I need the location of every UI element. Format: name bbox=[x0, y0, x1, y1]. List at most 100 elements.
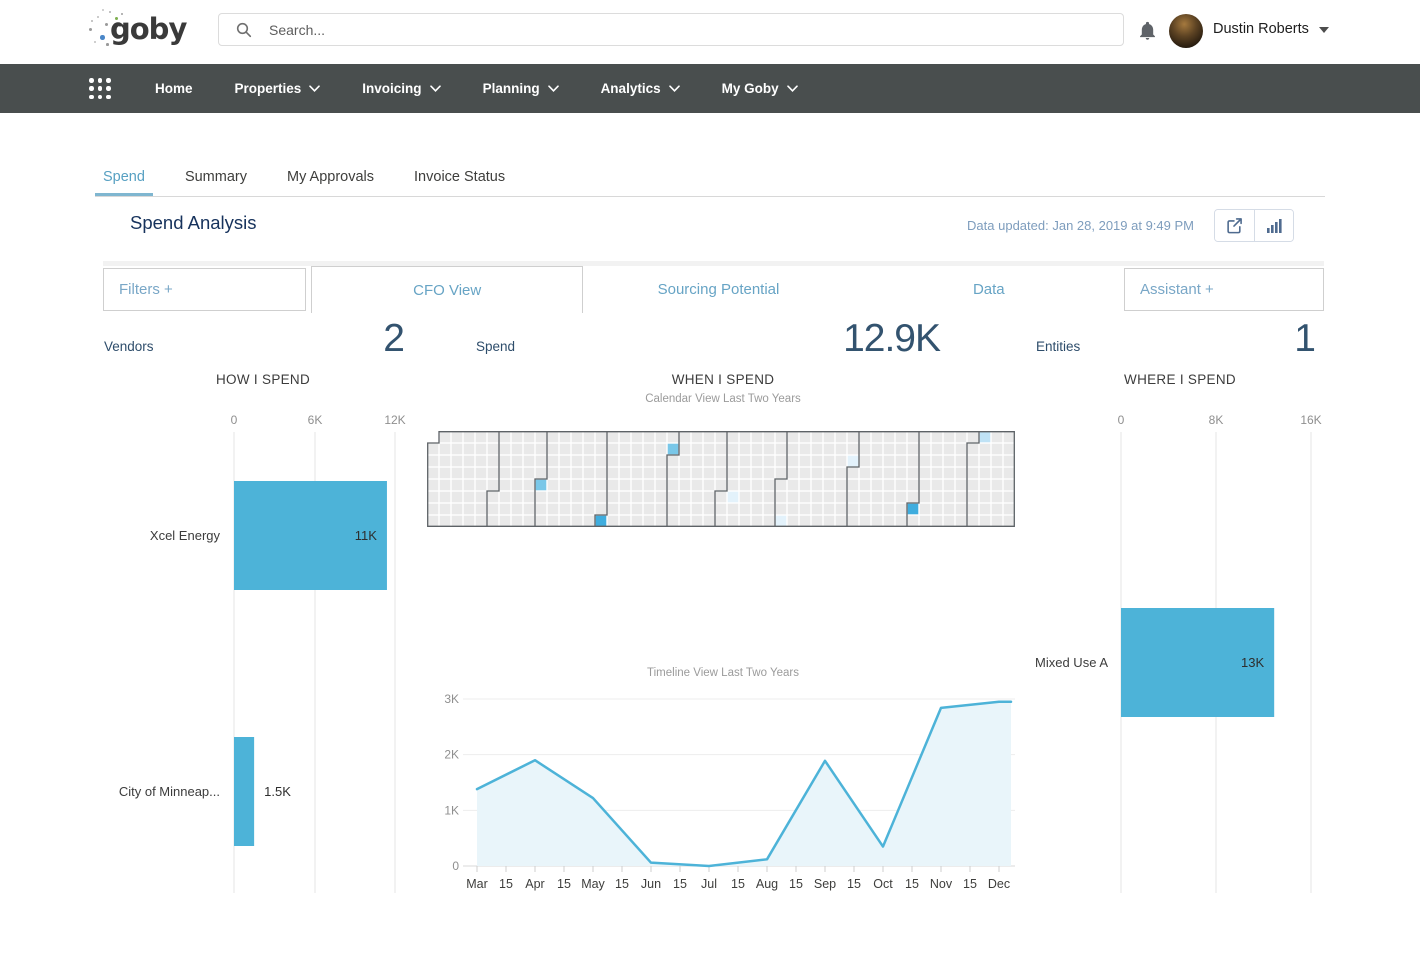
calendar-day-highlight[interactable] bbox=[728, 492, 739, 503]
calendar-day-highlight[interactable] bbox=[668, 444, 679, 455]
how-i-spend-bar-chart[interactable]: 06K12KXcel Energy11KCity of Minneap...1.… bbox=[103, 410, 423, 900]
view-tab-sourcing-potential[interactable]: Sourcing Potential bbox=[583, 266, 853, 313]
calendar-day-cell bbox=[524, 504, 535, 515]
calendar-day-cell bbox=[992, 480, 1003, 491]
user-name[interactable]: Dustin Roberts bbox=[1213, 21, 1309, 37]
calendar-day-cell bbox=[620, 516, 631, 527]
calendar-day-cell bbox=[968, 432, 979, 443]
calendar-day-cell bbox=[464, 468, 475, 479]
tab-my-approvals[interactable]: My Approvals bbox=[279, 160, 382, 196]
y-axis-label: 3K bbox=[444, 692, 459, 706]
calendar-day-cell bbox=[752, 492, 763, 503]
tab-invoice-status[interactable]: Invoice Status bbox=[406, 160, 513, 196]
global-search[interactable] bbox=[218, 13, 1124, 46]
calendar-day-cell bbox=[524, 492, 535, 503]
view-tab-cfo-view[interactable]: CFO View bbox=[311, 266, 583, 313]
calendar-day-cell bbox=[920, 456, 931, 467]
view-tab-data[interactable]: Data bbox=[854, 266, 1124, 313]
calendar-day-cell bbox=[740, 456, 751, 467]
calendar-heatmap[interactable] bbox=[427, 431, 1015, 529]
calendar-day-cell bbox=[704, 516, 715, 527]
user-menu-chevron-down-icon[interactable] bbox=[1319, 27, 1329, 38]
filters-button[interactable]: Filters + bbox=[103, 268, 306, 311]
calendar-day-cell bbox=[812, 492, 823, 503]
calendar-day-cell bbox=[644, 492, 655, 503]
assistant-button[interactable]: Assistant + bbox=[1124, 268, 1324, 311]
calendar-day-cell bbox=[488, 456, 499, 467]
nav-item-home[interactable]: Home bbox=[134, 64, 214, 113]
calendar-day-cell bbox=[920, 432, 931, 443]
calendar-day-cell bbox=[596, 480, 607, 491]
bar-value-label: 1.5K bbox=[264, 784, 291, 799]
calendar-day-cell bbox=[872, 492, 883, 503]
nav-item-analytics[interactable]: Analytics bbox=[580, 64, 701, 113]
calendar-day-highlight[interactable] bbox=[908, 504, 919, 515]
calendar-day-cell bbox=[644, 504, 655, 515]
nav-item-planning[interactable]: Planning bbox=[462, 64, 580, 113]
calendar-day-cell bbox=[596, 444, 607, 455]
calendar-day-cell bbox=[536, 504, 547, 515]
calendar-day-cell bbox=[944, 444, 955, 455]
calendar-day-cell bbox=[1004, 480, 1015, 491]
notifications-bell-icon[interactable] bbox=[1137, 19, 1158, 47]
calendar-day-cell bbox=[668, 504, 679, 515]
calendar-day-cell bbox=[956, 468, 967, 479]
calendar-day-cell bbox=[704, 432, 715, 443]
calendar-day-cell bbox=[896, 432, 907, 443]
calendar-day-cell bbox=[524, 456, 535, 467]
nav-item-invoicing[interactable]: Invoicing bbox=[341, 64, 461, 113]
stat-vendors: Vendors2 bbox=[104, 317, 404, 361]
calendar-day-cell bbox=[980, 516, 991, 527]
calendar-day-cell bbox=[476, 480, 487, 491]
goby-logo[interactable]: goby bbox=[88, 8, 208, 56]
calendar-day-cell bbox=[440, 504, 451, 515]
calendar-day-cell bbox=[596, 468, 607, 479]
calendar-day-cell bbox=[524, 432, 535, 443]
calendar-day-highlight[interactable] bbox=[536, 480, 547, 491]
calendar-day-cell bbox=[800, 456, 811, 467]
tab-spend[interactable]: Spend bbox=[95, 160, 153, 196]
calendar-day-highlight[interactable] bbox=[980, 432, 991, 443]
calendar-day-highlight[interactable] bbox=[776, 516, 787, 527]
view-switcher: CFO ViewSourcing PotentialData bbox=[311, 266, 1124, 313]
calendar-day-cell bbox=[548, 492, 559, 503]
calendar-day-cell bbox=[512, 480, 523, 491]
calendar-day-cell bbox=[452, 456, 463, 467]
calendar-day-cell bbox=[500, 456, 511, 467]
chart-view-button[interactable] bbox=[1254, 210, 1293, 241]
calendar-day-highlight[interactable] bbox=[596, 516, 607, 527]
calendar-day-cell bbox=[548, 444, 559, 455]
nav-item-properties[interactable]: Properties bbox=[214, 64, 342, 113]
calendar-day-highlight[interactable] bbox=[848, 456, 859, 467]
calendar-day-cell bbox=[620, 468, 631, 479]
calendar-day-cell bbox=[464, 492, 475, 503]
calendar-day-cell bbox=[980, 492, 991, 503]
bar-city-of-minneap[interactable] bbox=[234, 737, 254, 846]
tab-summary[interactable]: Summary bbox=[177, 160, 255, 196]
calendar-day-cell bbox=[932, 468, 943, 479]
calendar-day-cell bbox=[920, 480, 931, 491]
axis-tick-label: 6K bbox=[308, 413, 323, 427]
app-launcher-icon[interactable] bbox=[89, 78, 112, 100]
axis-tick-label: 0 bbox=[1118, 413, 1125, 427]
timeline-area-chart[interactable]: 01K2K3KMar15Apr15May15Jun15Jul15Aug15Sep… bbox=[427, 688, 1019, 898]
calendar-day-cell bbox=[584, 444, 595, 455]
chevron-down-icon bbox=[548, 85, 559, 92]
calendar-day-cell bbox=[632, 432, 643, 443]
calendar-day-cell bbox=[560, 504, 571, 515]
calendar-day-cell bbox=[560, 480, 571, 491]
user-avatar[interactable] bbox=[1169, 14, 1203, 48]
calendar-day-cell bbox=[980, 504, 991, 515]
search-input[interactable] bbox=[267, 21, 1123, 39]
where-i-spend-bar-chart[interactable]: 08K16KMixed Use A13K bbox=[1035, 410, 1325, 900]
bar-category-label: Mixed Use A bbox=[1035, 655, 1108, 670]
share-button[interactable] bbox=[1215, 210, 1254, 241]
calendar-day-cell bbox=[620, 492, 631, 503]
x-axis-label: 15 bbox=[847, 877, 861, 891]
calendar-day-cell bbox=[788, 432, 799, 443]
calendar-day-cell bbox=[824, 444, 835, 455]
calendar-day-cell bbox=[656, 456, 667, 467]
nav-item-my-goby[interactable]: My Goby bbox=[701, 64, 819, 113]
calendar-day-cell bbox=[908, 516, 919, 527]
calendar-day-cell bbox=[920, 492, 931, 503]
